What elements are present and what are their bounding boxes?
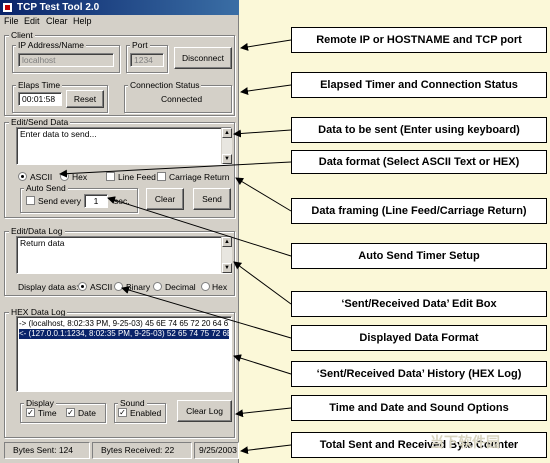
arrow-data-to-send xyxy=(233,129,292,138)
arrow-elapsed-timer xyxy=(240,84,292,95)
arrow-data-framing xyxy=(235,177,292,212)
arrow-auto-send xyxy=(107,196,292,257)
arrow-byte-counter xyxy=(240,444,292,455)
arrow-data-format xyxy=(59,161,292,178)
arrow-hex-log xyxy=(233,354,292,375)
arrow-time-date-sound xyxy=(235,407,292,418)
callout-arrows xyxy=(59,39,292,455)
arrow-edit-box xyxy=(233,261,292,305)
arrow-remote-ip xyxy=(240,39,292,51)
arrow-display-format xyxy=(121,286,292,339)
watermark: 当下软件园 xyxy=(430,434,500,450)
